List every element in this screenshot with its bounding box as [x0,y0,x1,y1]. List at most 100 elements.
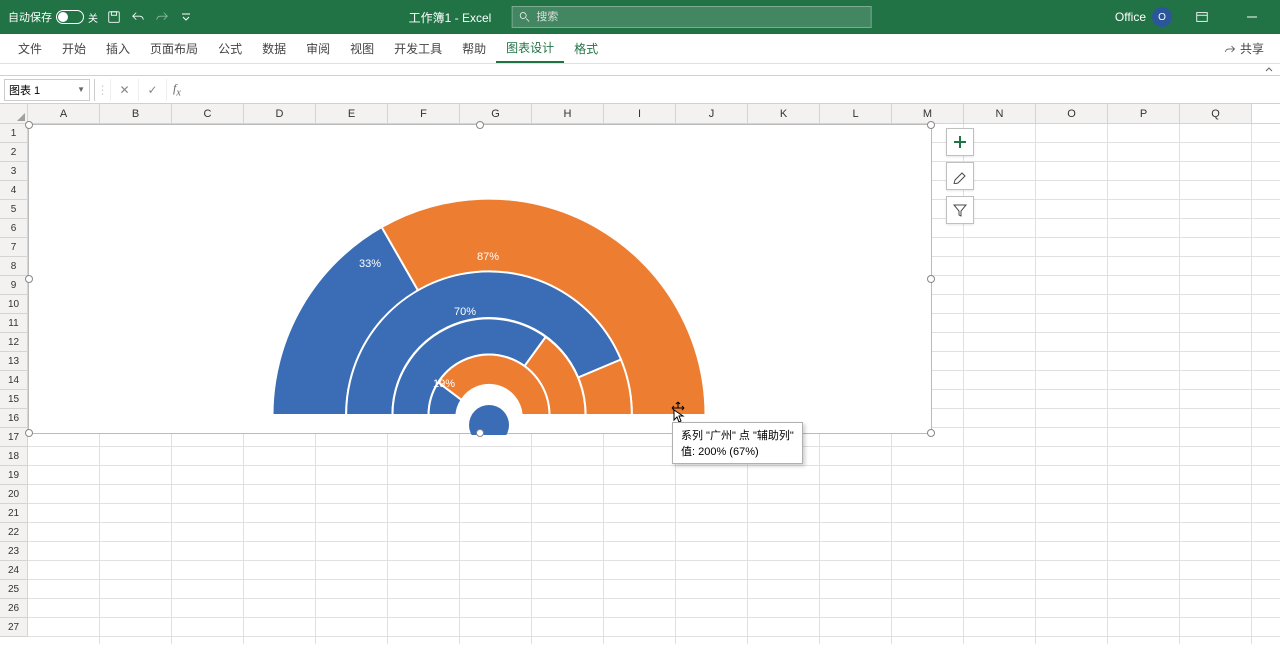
col-J[interactable]: J [676,104,748,123]
chart-quick-buttons [946,128,974,224]
tooltip-line2: 值: 200% (67%) [681,443,794,459]
row-24[interactable]: 24 [0,561,28,580]
chart-object[interactable]: 33% 87% 70% 19% [28,124,932,434]
col-F[interactable]: F [388,104,460,123]
save-icon[interactable] [106,9,122,25]
row-20[interactable]: 20 [0,485,28,504]
resize-handle[interactable] [927,275,935,283]
row-4[interactable]: 4 [0,181,28,200]
tab-view[interactable]: 视图 [340,34,384,63]
enter-button[interactable]: ✓ [139,79,167,101]
col-L[interactable]: L [820,104,892,123]
fx-icon[interactable]: fx [167,81,187,98]
name-box-dropdown-icon[interactable]: ▼ [77,85,85,94]
undo-icon[interactable] [130,9,146,25]
grid-body: 1234567891011121314151617181920212223242… [0,124,1280,644]
search-input[interactable] [536,11,864,23]
row-5[interactable]: 5 [0,200,28,219]
row-18[interactable]: 18 [0,447,28,466]
col-D[interactable]: D [244,104,316,123]
tab-chart-design[interactable]: 图表设计 [496,34,564,63]
row-16[interactable]: 16 [0,409,28,428]
tab-developer[interactable]: 开发工具 [384,34,452,63]
col-G[interactable]: G [460,104,532,123]
chart-elements-button[interactable] [946,128,974,156]
ribbon-collapse-icon[interactable] [1258,64,1280,76]
row-13[interactable]: 13 [0,352,28,371]
col-B[interactable]: B [100,104,172,123]
autosave-switch[interactable] [56,10,84,24]
tab-format[interactable]: 格式 [564,34,608,63]
row-14[interactable]: 14 [0,371,28,390]
row-11[interactable]: 11 [0,314,28,333]
qat-dropdown-icon[interactable] [178,9,194,25]
row-2[interactable]: 2 [0,143,28,162]
fan-chart[interactable]: 33% 87% 70% 19% [259,135,719,435]
row-21[interactable]: 21 [0,504,28,523]
row-3[interactable]: 3 [0,162,28,181]
chart-filters-button[interactable] [946,196,974,224]
row-17[interactable]: 17 [0,428,28,447]
col-A[interactable]: A [28,104,100,123]
row-19[interactable]: 19 [0,466,28,485]
row-7[interactable]: 7 [0,238,28,257]
share-button[interactable]: 共享 [1216,40,1272,57]
tab-formulas[interactable]: 公式 [208,34,252,63]
cancel-button[interactable]: ✕ [111,79,139,101]
select-all-button[interactable] [0,104,28,123]
row-6[interactable]: 6 [0,219,28,238]
row-26[interactable]: 26 [0,599,28,618]
center-dot[interactable] [469,405,509,435]
search-icon [518,11,530,23]
row-15[interactable]: 15 [0,390,28,409]
share-label: 共享 [1240,40,1264,57]
formula-input[interactable] [191,82,1276,97]
search-box[interactable] [511,6,871,28]
resize-handle[interactable] [927,429,935,437]
row-10[interactable]: 10 [0,295,28,314]
tab-insert[interactable]: 插入 [96,34,140,63]
col-O[interactable]: O [1036,104,1108,123]
ribbon-display-options-icon[interactable] [1182,0,1222,34]
account-badge[interactable]: Office O [1115,7,1172,27]
row-9[interactable]: 9 [0,276,28,295]
minimize-button[interactable] [1232,0,1272,34]
tab-page-layout[interactable]: 页面布局 [140,34,208,63]
col-M[interactable]: M [892,104,964,123]
resize-handle[interactable] [927,121,935,129]
redo-icon[interactable] [154,9,170,25]
row-25[interactable]: 25 [0,580,28,599]
col-Q[interactable]: Q [1180,104,1252,123]
row-22[interactable]: 22 [0,523,28,542]
tab-home[interactable]: 开始 [52,34,96,63]
col-C[interactable]: C [172,104,244,123]
resize-handle[interactable] [25,429,33,437]
row-27[interactable]: 27 [0,618,28,637]
tab-help[interactable]: 帮助 [452,34,496,63]
chart-styles-button[interactable] [946,162,974,190]
col-I[interactable]: I [604,104,676,123]
name-box[interactable]: 图表 1 ▼ [4,79,90,101]
tab-review[interactable]: 审阅 [296,34,340,63]
tab-file[interactable]: 文件 [8,34,52,63]
row-1[interactable]: 1 [0,124,28,143]
formula-expand-icon[interactable]: ⋮ [95,79,111,101]
col-H[interactable]: H [532,104,604,123]
worksheet-grid[interactable]: A B C D E F G H I J K L M N O P Q 123456… [0,104,1280,644]
resize-handle[interactable] [476,429,484,437]
autosave-toggle[interactable]: 自动保存 关 [8,9,98,25]
tab-data[interactable]: 数据 [252,34,296,63]
col-E[interactable]: E [316,104,388,123]
resize-handle[interactable] [25,121,33,129]
column-headers: A B C D E F G H I J K L M N O P Q [0,104,1280,124]
row-8[interactable]: 8 [0,257,28,276]
col-N[interactable]: N [964,104,1036,123]
row-23[interactable]: 23 [0,542,28,561]
ribbon-tabs: 文件 开始 插入 页面布局 公式 数据 审阅 视图 开发工具 帮助 图表设计 格… [0,34,1280,64]
col-K[interactable]: K [748,104,820,123]
row-12[interactable]: 12 [0,333,28,352]
resize-handle[interactable] [476,121,484,129]
resize-handle[interactable] [25,275,33,283]
col-P[interactable]: P [1108,104,1180,123]
cells-area[interactable]: 33% 87% 70% 19% [28,124,1280,644]
